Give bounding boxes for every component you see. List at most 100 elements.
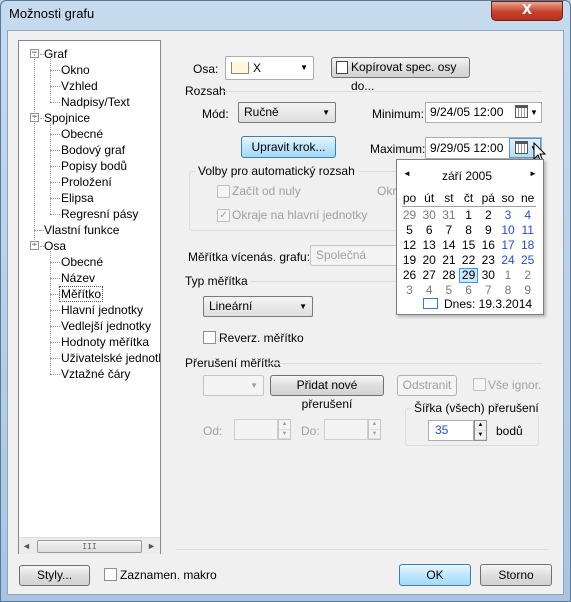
calendar-day[interactable]: 7 [479,283,498,298]
tree-item[interactable]: Vztažné čáry [61,367,130,381]
calendar-day[interactable]: 15 [459,238,478,253]
tree-item[interactable]: Hodnoty měřítka [61,335,149,349]
calendar-day[interactable]: 28 [439,268,458,283]
tree-item[interactable]: Vlastní funkce [44,223,119,237]
break-width-spinner[interactable]: ▲ ▼ [474,420,487,441]
calendar-day[interactable]: 23 [479,253,498,268]
scroll-thumb[interactable]: III [37,540,142,553]
calendar-icon[interactable] [515,105,528,118]
tree-item[interactable]: Elipsa [61,191,94,205]
ignore-all-checkbox[interactable] [473,378,486,391]
tree-item[interactable]: Vzhled [61,79,98,93]
tree-item[interactable]: Obecné [61,127,103,141]
options-tree[interactable]: − Graf Okno Vzhled Nadpisy/Text − Spojnice Obec… [18,40,161,554]
calendar-day[interactable]: 14 [439,238,458,253]
minimum-date-field[interactable]: 9/24/05 12:00 ▼ [425,102,542,123]
calendar-day[interactable]: 5 [439,283,458,298]
tree-item[interactable]: Uživatelské jednotky [61,351,160,365]
tree-item[interactable]: Nadpisy/Text [61,95,130,109]
tree-item[interactable]: Obecné [61,255,103,269]
calendar-day[interactable]: 8 [459,223,478,238]
tree-item[interactable]: Okno [61,63,90,77]
close-button[interactable]: X [491,1,563,21]
next-month-icon[interactable]: ► [529,169,537,178]
calendar-day[interactable]: 27 [420,268,439,283]
tree-item[interactable]: Měřítko [59,286,104,302]
calendar-day[interactable]: 16 [479,238,498,253]
calendar-day[interactable]: 7 [439,223,458,238]
scroll-right-arrow-icon[interactable]: ► [144,539,159,554]
calendar-day[interactable]: 21 [439,253,458,268]
to-spinner[interactable]: ▲ ▼ [368,419,381,440]
axis-select[interactable]: X ▼ [225,56,314,80]
calendar-day[interactable]: 1 [499,268,518,283]
dropdown-arrow-icon[interactable]: ▼ [530,103,538,122]
calendar-day[interactable]: 17 [499,238,518,253]
tree-horizontal-scrollbar[interactable]: ◄ III ► [19,537,160,554]
calendar-day[interactable]: 2 [518,268,537,283]
tree-item[interactable]: Název [61,271,95,285]
calendar-day[interactable]: 29 [459,268,479,283]
calendar-day[interactable]: 1 [459,208,478,223]
calendar-month-title[interactable]: září 2005 [442,169,492,183]
calendar-day[interactable]: 24 [499,253,518,268]
calendar-day[interactable]: 18 [518,238,537,253]
calendar-day[interactable]: 20 [420,253,439,268]
scale-type-select[interactable]: Lineární ▼ [203,296,313,317]
tree-item[interactable]: Graf [44,47,67,61]
calendar-day[interactable]: 12 [400,238,419,253]
calendar-day[interactable]: 29 [400,208,419,223]
from-spinner[interactable]: ▲ ▼ [278,419,291,440]
scroll-left-arrow-icon[interactable]: ◄ [19,539,34,554]
reverse-scale-checkbox[interactable] [203,331,216,344]
calendar-day[interactable]: 5 [400,223,419,238]
edit-step-button[interactable]: Upravit krok... [241,136,336,158]
maximum-date-field[interactable]: 9/29/05 12:00 ▼ [425,137,542,159]
calendar-day[interactable]: 30 [479,268,498,283]
edges-major-units-checkbox[interactable]: ✓ [217,209,230,222]
tree-item[interactable]: Regresní pásy [61,207,138,221]
calendar-day[interactable]: 2 [479,208,498,223]
calendar-day[interactable]: 3 [499,208,518,223]
calendar-day[interactable]: 6 [420,223,439,238]
ok-button[interactable]: OK [399,564,471,586]
add-break-button[interactable]: Přidat nové přerušení [270,375,384,411]
record-macro-checkbox[interactable] [104,568,117,581]
calendar-day[interactable]: 19 [400,253,419,268]
tree-item[interactable]: Popisy bodů [61,159,127,173]
tree-item[interactable]: Proložení [61,175,112,189]
calendar-day[interactable]: 26 [400,268,419,283]
calendar-day[interactable]: 4 [518,208,537,223]
styles-button[interactable]: Styly... [19,565,90,586]
title-bar[interactable]: Možnosti grafu [0,0,571,30]
calendar-day[interactable]: 11 [518,223,537,238]
calendar-popup[interactable]: ◄ září 2005 ► po út st čt pá so ne 29 30 31 1 2 3 4 5 6… [396,159,544,315]
calendar-icon[interactable] [515,141,528,154]
mode-select[interactable]: Ručně ▼ [238,102,336,123]
calendar-day[interactable]: 10 [499,223,518,238]
previous-month-icon[interactable]: ◄ [403,169,411,178]
start-zero-checkbox[interactable] [217,185,230,198]
calendar-day[interactable]: 9 [518,283,537,298]
tree-item[interactable]: Osa [44,239,66,253]
tree-item[interactable]: Bodový graf [61,143,125,157]
break-width-field[interactable]: 35 [428,420,474,441]
today-label[interactable]: Dnes: 19.3.2014 [444,297,532,311]
from-field[interactable] [234,419,278,440]
tree-item[interactable]: Hlavní jednotky [61,303,143,317]
calendar-day[interactable]: 8 [499,283,518,298]
multi-scale-select[interactable]: Společná [310,245,398,266]
calendar-day[interactable]: 22 [459,253,478,268]
calendar-day[interactable]: 3 [400,283,419,298]
to-field[interactable] [324,419,368,440]
calendar-day[interactable]: 30 [420,208,439,223]
break-select[interactable]: ▼ [203,375,264,396]
calendar-day[interactable]: 31 [439,208,458,223]
tree-item[interactable]: Vedlejší jednotky [61,319,151,333]
calendar-day[interactable]: 6 [459,283,478,298]
remove-break-button[interactable]: Odstranit [397,375,457,396]
calendar-day[interactable]: 25 [518,253,537,268]
cancel-button[interactable]: Storno [480,564,552,586]
calendar-day[interactable]: 4 [420,283,439,298]
calendar-day[interactable]: 13 [420,238,439,253]
